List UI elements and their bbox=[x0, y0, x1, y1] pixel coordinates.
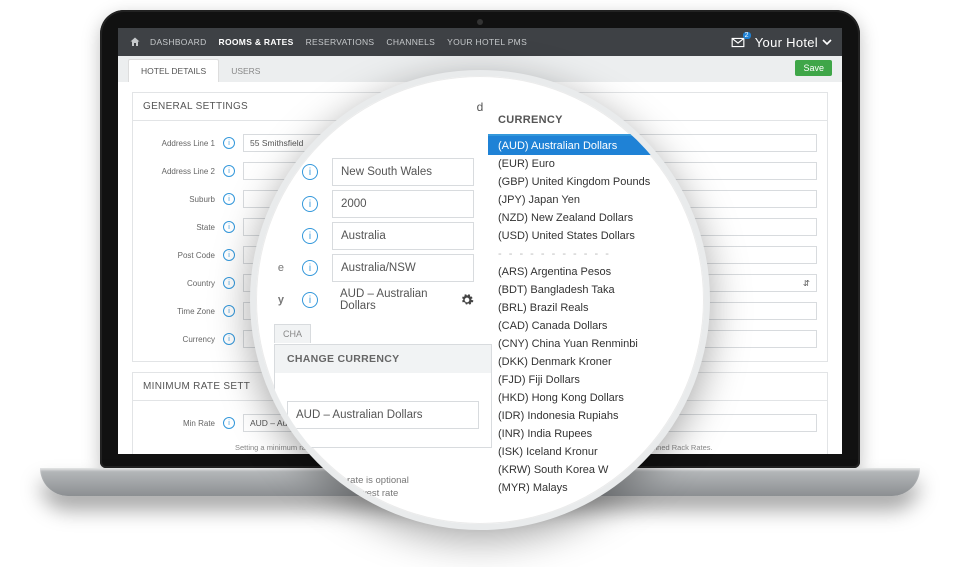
label-suburb: Suburb bbox=[143, 195, 223, 204]
currency-option[interactable]: (DKK) Denmark Kroner bbox=[488, 353, 698, 371]
camera-dot bbox=[477, 19, 483, 25]
mag-postcode-value[interactable]: 2000 bbox=[332, 190, 474, 218]
info-icon[interactable]: i bbox=[223, 137, 235, 149]
mag-label-tail-currency: y bbox=[274, 294, 284, 306]
info-icon[interactable]: i bbox=[223, 333, 235, 345]
currency-option[interactable]: (JPY) Japan Yen bbox=[488, 191, 698, 209]
info-icon[interactable]: i bbox=[302, 292, 318, 308]
currency-option[interactable]: (MYR) Malays bbox=[488, 479, 698, 497]
info-icon[interactable]: i bbox=[223, 305, 235, 317]
nav-dashboard[interactable]: DASHBOARD bbox=[150, 37, 207, 47]
info-icon[interactable]: i bbox=[302, 260, 318, 276]
info-icon[interactable]: i bbox=[223, 221, 235, 233]
info-icon[interactable]: i bbox=[223, 165, 235, 177]
magnifier-lens: d i New South Wales i 2000 i Australia e i Au… bbox=[250, 70, 710, 530]
mail-badge: 2 bbox=[743, 32, 751, 39]
label-country: Country bbox=[143, 279, 223, 288]
currency-option[interactable]: (AUD) Australian Dollars✓ bbox=[488, 136, 698, 155]
change-currency-box: CHANGE CURRENCY AUD – Australian Dollars bbox=[274, 344, 492, 448]
currency-panel: CURRENCY (AUD) Australian Dollars✓(EUR) … bbox=[488, 106, 698, 497]
currency-option[interactable]: (HKD) Hong Kong Dollars bbox=[488, 389, 698, 407]
label-address2: Address Line 2 bbox=[143, 167, 223, 176]
nav-rooms-rates[interactable]: ROOMS & RATES bbox=[219, 37, 294, 47]
info-icon[interactable]: i bbox=[302, 164, 318, 180]
currency-option[interactable]: (BDT) Bangladesh Taka bbox=[488, 281, 698, 299]
mag-country-value[interactable]: Australia bbox=[332, 222, 474, 250]
currency-option[interactable]: (USD) United States Dollars bbox=[488, 227, 698, 245]
info-icon[interactable]: i bbox=[302, 196, 318, 212]
hotel-label: Your Hotel bbox=[755, 35, 818, 50]
mag-timezone-value[interactable]: Australia/NSW bbox=[332, 254, 474, 282]
currency-option[interactable]: (CNY) China Yuan Renminbi bbox=[488, 335, 698, 353]
nav-reservations[interactable]: RESERVATIONS bbox=[306, 37, 375, 47]
mag-currency-value[interactable]: AUD – Australian Dollars bbox=[332, 286, 454, 314]
currency-option[interactable]: (CAD) Canada Dollars bbox=[488, 317, 698, 335]
mail-icon[interactable]: 2 bbox=[731, 37, 745, 48]
tab-hotel-details[interactable]: HOTEL DETAILS bbox=[128, 59, 219, 82]
save-button[interactable]: Save bbox=[795, 60, 832, 76]
label-timezone: Time Zone bbox=[143, 307, 223, 316]
currency-option[interactable]: (ISK) Iceland Kronur bbox=[488, 443, 698, 461]
info-icon[interactable]: i bbox=[223, 193, 235, 205]
currency-option[interactable]: (EUR) Euro bbox=[488, 155, 698, 173]
currency-option[interactable]: (BRL) Brazil Reals bbox=[488, 299, 698, 317]
chevron-down-icon bbox=[822, 37, 832, 47]
label-postcode: Post Code bbox=[143, 251, 223, 260]
currency-option[interactable]: (INR) India Rupees bbox=[488, 425, 698, 443]
partial-box-head: CHA bbox=[274, 324, 311, 343]
currency-option[interactable]: (NZD) New Zealand Dollars bbox=[488, 209, 698, 227]
currency-separator: - - - - - - - - - - - bbox=[488, 245, 698, 263]
currency-option[interactable]: (IDR) Indonesia Rupiahs bbox=[488, 407, 698, 425]
label-state: State bbox=[143, 223, 223, 232]
change-currency-select[interactable]: AUD – Australian Dollars bbox=[287, 401, 479, 429]
currency-option[interactable]: (KRW) South Korea W bbox=[488, 461, 698, 479]
change-currency-title: CHANGE CURRENCY bbox=[275, 345, 491, 373]
home-icon[interactable] bbox=[128, 35, 142, 49]
mag-peek-top: d bbox=[477, 100, 484, 114]
info-icon[interactable]: i bbox=[223, 417, 235, 429]
currency-option[interactable]: (FJD) Fiji Dollars bbox=[488, 371, 698, 389]
currency-panel-title: CURRENCY bbox=[488, 106, 698, 136]
label-currency: Currency bbox=[143, 335, 223, 344]
check-icon: ✓ bbox=[679, 139, 688, 152]
nav-yourhotel-pms[interactable]: YOUR HOTEL PMS bbox=[447, 37, 527, 47]
info-icon[interactable]: i bbox=[223, 277, 235, 289]
nav-channels[interactable]: CHANNELS bbox=[386, 37, 435, 47]
mag-label-tail-timezone: e bbox=[274, 262, 284, 274]
label-min-rate: Min Rate bbox=[143, 419, 223, 428]
mag-state-value[interactable]: New South Wales bbox=[332, 158, 474, 186]
info-icon[interactable]: i bbox=[302, 228, 318, 244]
currency-option[interactable]: (ARS) Argentina Pesos bbox=[488, 263, 698, 281]
hotel-selector[interactable]: Your Hotel bbox=[755, 35, 832, 50]
gear-icon[interactable] bbox=[460, 293, 474, 307]
info-icon[interactable]: i bbox=[223, 249, 235, 261]
label-address1: Address Line 1 bbox=[143, 139, 223, 148]
currency-option[interactable]: (GBP) United Kingdom Pounds bbox=[488, 173, 698, 191]
top-nav: DASHBOARD ROOMS & RATES RESERVATIONS CHA… bbox=[118, 28, 842, 56]
select-arrows-icon: ⇵ bbox=[803, 278, 810, 289]
